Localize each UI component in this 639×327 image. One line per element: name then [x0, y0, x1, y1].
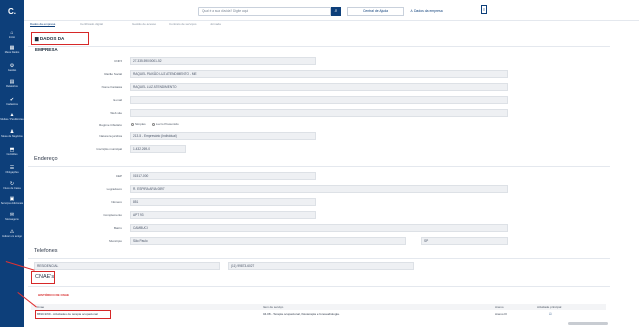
sidebar-item[interactable]: ⚠ Indicar um amigo	[0, 230, 24, 239]
numero-field[interactable]: 851	[130, 198, 316, 206]
nome-fantasia-field[interactable]: RAQUEL LUZ ATENDIMENTO	[130, 83, 508, 91]
email-field[interactable]	[130, 96, 508, 104]
company-data-label: Dados da empresa	[413, 9, 443, 13]
principal-checkbox[interactable]: ☑	[549, 312, 552, 316]
natureza-field[interactable]: 213-5 - Empresário (Individual)	[130, 132, 316, 140]
column-header-cnae: Cnae	[37, 305, 45, 309]
column-header-anexo: Anexo	[495, 305, 504, 309]
cnae-heading: CNAE's	[31, 271, 55, 284]
regime-label: Regime tributário	[99, 123, 122, 127]
sidebar-item[interactable]: ✉ Mensagens	[0, 213, 24, 222]
natureza-label: Natureza jurídica	[99, 134, 122, 138]
building-icon: ▆	[35, 36, 39, 41]
sidebar-item-label: Meus Dados	[4, 51, 20, 54]
help-center-button[interactable]: Central de Ajuda	[347, 7, 404, 16]
sidebar-item-label: Serviços Adicionais	[0, 202, 24, 205]
sidebar-item-label: Certidões	[6, 153, 18, 156]
sidebar-item-label: Relatórios	[6, 85, 18, 88]
bairro-label: Bairro	[113, 226, 122, 230]
document-icon[interactable]: ≡	[481, 5, 487, 14]
cep-field[interactable]: 01517-000	[130, 172, 316, 180]
column-header-principal: Atividade principal	[537, 305, 562, 309]
phones-heading: Telefones	[34, 248, 58, 254]
divider	[28, 258, 610, 259]
regime-simples-label: Simples	[135, 122, 146, 126]
cnae-table-header: Cnae Item de serviço Anexo Atividade pri…	[31, 304, 606, 310]
sidebar-item[interactable]: ⬒ Certidões	[0, 148, 24, 157]
divider	[28, 166, 610, 167]
municipio-field[interactable]: São Paulo	[130, 237, 406, 245]
uf-field[interactable]: SP	[421, 237, 508, 245]
sidebar-item-label: Mensagens	[5, 218, 19, 221]
bairro-field[interactable]: CAMBUCI	[130, 224, 508, 232]
divider	[28, 46, 610, 47]
inscricao-field[interactable]: 1.432.269-0	[130, 145, 186, 153]
website-label: Web site	[110, 111, 122, 115]
divider	[28, 286, 610, 287]
sidebar-item[interactable]: ♟ Mesa de Negócios	[0, 130, 24, 139]
sidebar-item[interactable]: ▤ Relatórios	[0, 80, 24, 89]
highlight-box	[35, 310, 111, 319]
anexo-cell: Anexo III	[495, 312, 507, 316]
sidebar: C. ⌂ Início ▦ Meus Dados ⚙ Gestão ▤ Relatórios ✔…	[0, 0, 24, 327]
cnae-history-label: HISTÓRICO DE CNAE	[38, 293, 70, 297]
address-heading: Endereço	[34, 156, 58, 162]
cnpj-field[interactable]: 27.335.590/0001-52	[130, 57, 316, 65]
search-button[interactable]: ⌕	[331, 7, 341, 16]
numero-label: Número	[111, 200, 122, 204]
sidebar-item[interactable]: ▲ Multas / Pendências	[0, 113, 24, 122]
email-label: E-mail	[113, 98, 122, 102]
column-header-item: Item de serviço	[263, 305, 284, 309]
company-data-button[interactable]: ♙ Dados da empresa	[410, 7, 470, 16]
phone-number-field[interactable]: (11) 99873-6027	[228, 262, 414, 270]
website-field[interactable]	[130, 109, 508, 117]
sidebar-item[interactable]: ✔ Cadastros	[0, 98, 24, 107]
inscricao-label: Inscrição municipal	[96, 147, 122, 151]
page-title-text: DADOS DA EMPRESA	[35, 36, 65, 52]
tab-service-contract[interactable]: Contrato de serviços	[169, 22, 197, 26]
page-title: ▆ DADOS DA EMPRESA	[31, 32, 89, 52]
regime-presumido-label: Lucro Presumido	[156, 122, 179, 126]
sidebar-item[interactable]: ☰ Obrigações	[0, 166, 24, 175]
app-logo[interactable]: C.	[5, 6, 19, 17]
sidebar-item-label: Fluxo de Caixa	[3, 187, 21, 190]
phone-type-field[interactable]: RESIDENCIAL	[34, 262, 220, 270]
sidebar-item-label: Obrigações	[5, 171, 19, 174]
cnpj-label: CNPJ	[114, 59, 122, 63]
sidebar-item-label: Início	[8, 36, 16, 39]
nome-fantasia-label: Nome Fantasia	[101, 85, 122, 89]
municipio-label: Município	[109, 239, 122, 243]
razao-social-label: Razão Social	[104, 72, 122, 76]
topbar: Qual é a sua dúvida? Digite aqui ⌕ Centr…	[24, 0, 639, 21]
item-cell: 04.08 - Terapia ocupacional, fisioterapi…	[263, 312, 340, 316]
sidebar-item[interactable]: ⌂ Início	[0, 31, 24, 40]
search-icon: ⌕	[334, 8, 338, 14]
regime-simples-radio[interactable]: Simples	[131, 122, 146, 126]
sidebar-item[interactable]: ↻ Fluxo de Caixa	[0, 182, 24, 191]
complemento-field[interactable]: APT 93	[130, 211, 316, 219]
sidebar-item-label: Multas / Pendências	[0, 118, 24, 121]
sidebar-item[interactable]: ▦ Meus Dados	[0, 46, 24, 55]
razao-social-field[interactable]: RAQUEL PAIXÃO LUZ ATENDIMENTO - ME	[130, 70, 508, 78]
horizontal-scrollbar[interactable]	[568, 322, 608, 325]
tab-company-data[interactable]: Dados da empresa	[30, 22, 56, 27]
search-input[interactable]: Qual é a sua dúvida? Digite aqui	[198, 7, 331, 16]
tab-journey[interactable]: Jornada	[210, 22, 221, 26]
sidebar-item-label: Indicar um amigo	[2, 235, 22, 238]
cep-label: CEP	[115, 174, 122, 178]
complemento-label: Complemento	[103, 213, 122, 217]
sidebar-item[interactable]: ▣ Serviços Adicionais	[0, 197, 24, 206]
sidebar-item-label: Gestão	[7, 69, 17, 72]
logradouro-field[interactable]: R. ESPIRA ARIA 0897	[130, 185, 508, 193]
sidebar-item-label: Mesa de Negócios	[1, 135, 23, 138]
sidebar-item[interactable]: ⚙ Gestão	[0, 64, 24, 73]
regime-presumido-radio[interactable]: Lucro Presumido	[152, 122, 179, 126]
tab-access-management[interactable]: Gestão de acesso	[132, 22, 156, 26]
tab-digital-certificate[interactable]: Certificado digital	[80, 22, 103, 26]
sidebar-item-label: Cadastros	[6, 103, 18, 106]
table-row[interactable]: 8690-9/99 - Atividades de terapia ocupac…	[31, 311, 606, 318]
logradouro-label: Logradouro	[106, 187, 122, 191]
